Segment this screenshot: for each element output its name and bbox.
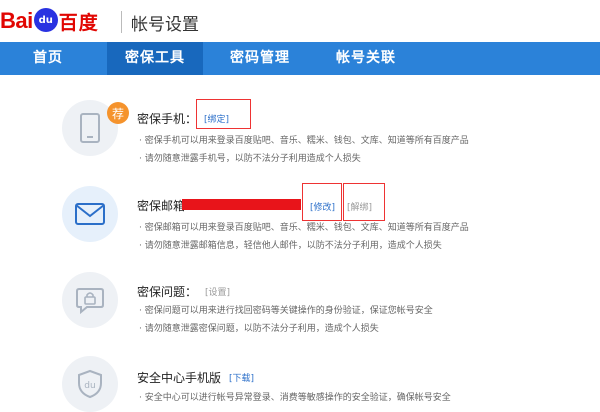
logo-text: Bai <box>0 8 33 33</box>
mobile-center-desc-1: · 安全中心可以进行帐号异常登录、消费等敏感操作的安全验证，确保帐号安全 <box>139 393 451 403</box>
title-divider <box>121 11 122 33</box>
email-section-title: 密保邮箱 <box>137 199 186 213</box>
tab-password-manage[interactable]: 密码管理 <box>212 42 308 75</box>
recommend-badge: 荐 <box>107 102 129 124</box>
question-desc-2: · 请勿随意泄露密保问题，以防不法分子利用，造成个人损失 <box>139 324 379 334</box>
unbind-email-link[interactable]: [解绑] <box>347 200 372 213</box>
mobile-center-title: 安全中心手机版 <box>137 371 222 385</box>
svg-text:du: du <box>84 381 95 391</box>
baidu-logo[interactable]: Bai du 百度 <box>0 6 99 36</box>
phone-desc-2: · 请勿随意泄露手机号，以防不法分子利用造成个人损失 <box>139 154 361 164</box>
logo-chinese: 百度 <box>58 11 99 34</box>
set-question-link[interactable]: [设置] <box>205 285 230 298</box>
modify-email-link[interactable]: [修改] <box>310 200 335 213</box>
phone-desc-1: · 密保手机可以用来登录百度贴吧、音乐、糯米、钱包、文库、知道等所有百度产品 <box>139 136 469 146</box>
tab-security-tools[interactable]: 密保工具 <box>107 42 203 75</box>
shield-du-icon: du <box>62 356 118 412</box>
lock-chat-icon <box>62 272 118 328</box>
page-title: 帐号设置 <box>131 15 199 35</box>
redacted-email <box>182 199 301 210</box>
paw-icon: du <box>33 8 58 32</box>
tab-account-link[interactable]: 帐号关联 <box>318 42 414 75</box>
question-desc-1: · 密保问题可以用来进行找回密码等关键操作的身份验证，保证您帐号安全 <box>139 306 433 316</box>
download-link[interactable]: [下载] <box>229 371 254 384</box>
phone-section-title: 密保手机： <box>137 112 198 126</box>
email-desc-2: · 请勿随意泄露邮箱信息，轻信他人邮件，以防不法分子利用，造成个人损失 <box>139 241 442 251</box>
bind-phone-link[interactable]: [绑定] <box>204 112 229 125</box>
nav-bar: 首页 密保工具 密码管理 帐号关联 <box>0 42 600 75</box>
tab-home[interactable]: 首页 <box>0 42 96 75</box>
mail-icon <box>62 186 118 242</box>
email-desc-1: · 密保邮箱可以用来登录百度贴吧、音乐、糯米、钱包、文库、知道等所有百度产品 <box>139 223 469 233</box>
question-section-title: 密保问题： <box>137 285 198 299</box>
header: Bai du 百度 帐号设置 <box>0 0 600 42</box>
